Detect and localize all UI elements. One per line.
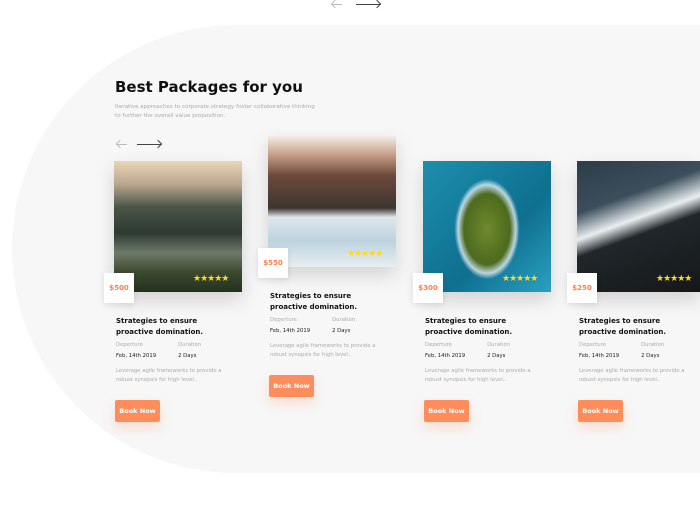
package-card: $550 ★★★★★ Strategies to ensure proactiv… bbox=[258, 136, 396, 398]
price-badge: $300 bbox=[413, 273, 443, 303]
section-title: Best Packages for you bbox=[115, 78, 303, 96]
rating-stars-icon: ★★★★★ bbox=[656, 274, 692, 284]
departure-value: Feb, 14th 2019 bbox=[425, 353, 466, 359]
duration-value: 2 Days bbox=[178, 353, 197, 359]
book-now-button[interactable]: Book Now bbox=[269, 375, 314, 397]
book-now-button[interactable]: Book Now bbox=[115, 400, 160, 422]
package-meta: Deperture Feb, 14th 2019 Duration 2 Days bbox=[116, 342, 201, 359]
price-badge: $500 bbox=[104, 273, 134, 303]
package-card: $300 ★★★★★ Strategies to ensure proactiv… bbox=[413, 161, 551, 423]
book-now-button[interactable]: Book Now bbox=[578, 400, 623, 422]
price-badge: $550 bbox=[258, 248, 288, 278]
next-arrow-icon[interactable] bbox=[356, 0, 380, 8]
departure-value: Feb, 14th 2019 bbox=[579, 353, 620, 359]
package-title[interactable]: Strategies to ensure proactive dominatio… bbox=[425, 316, 545, 338]
duration-label: Duration bbox=[178, 342, 202, 348]
package-title[interactable]: Strategies to ensure proactive dominatio… bbox=[579, 316, 699, 338]
package-description: Leverage agile frameworks to provide a r… bbox=[270, 343, 376, 358]
package-card: $250 ★★★★★ Strategies to ensure proactiv… bbox=[567, 161, 700, 423]
package-meta: Deperture Feb, 14th 2019 Duration 2 Days bbox=[579, 342, 664, 359]
prev-arrow-icon[interactable] bbox=[332, 0, 342, 8]
departure-label: Deperture bbox=[116, 342, 143, 348]
duration-value: 2 Days bbox=[332, 328, 351, 334]
rating-stars-icon: ★★★★★ bbox=[347, 249, 383, 259]
duration-label: Duration bbox=[487, 342, 511, 348]
departure-label: Deperture bbox=[425, 342, 452, 348]
next-arrow-icon[interactable] bbox=[137, 140, 161, 148]
duration-value: 2 Days bbox=[641, 353, 660, 359]
departure-label: Deperture bbox=[579, 342, 606, 348]
package-description: Leverage agile frameworks to provide a r… bbox=[116, 368, 222, 383]
rating-stars-icon: ★★★★★ bbox=[193, 274, 229, 284]
departure-value: Feb, 14th 2019 bbox=[116, 353, 157, 359]
package-meta: Deperture Feb, 14th 2019 Duration 2 Days bbox=[425, 342, 510, 359]
package-title[interactable]: Strategies to ensure proactive dominatio… bbox=[116, 316, 236, 338]
package-meta: Deperture Feb, 14th 2019 Duration 2 Days bbox=[270, 317, 355, 334]
package-title[interactable]: Strategies to ensure proactive dominatio… bbox=[270, 291, 390, 313]
packages-carousel-nav bbox=[117, 140, 161, 148]
package-card: $500 ★★★★★ Strategies to ensure proactiv… bbox=[104, 161, 242, 423]
duration-value: 2 Days bbox=[487, 353, 506, 359]
rating-stars-icon: ★★★★★ bbox=[502, 274, 538, 284]
departure-value: Feb, 14th 2019 bbox=[270, 328, 311, 334]
book-now-button[interactable]: Book Now bbox=[424, 400, 469, 422]
departure-label: Deperture bbox=[270, 317, 297, 323]
price-badge: $250 bbox=[567, 273, 597, 303]
duration-label: Duration bbox=[332, 317, 356, 323]
section-subtitle: Iterative approaches to corporate strate… bbox=[115, 104, 315, 119]
prev-arrow-icon[interactable] bbox=[117, 140, 127, 148]
top-carousel-nav bbox=[332, 0, 380, 8]
package-description: Leverage agile frameworks to provide a r… bbox=[425, 368, 531, 383]
duration-label: Duration bbox=[641, 342, 665, 348]
package-description: Leverage agile frameworks to provide a r… bbox=[579, 368, 685, 383]
